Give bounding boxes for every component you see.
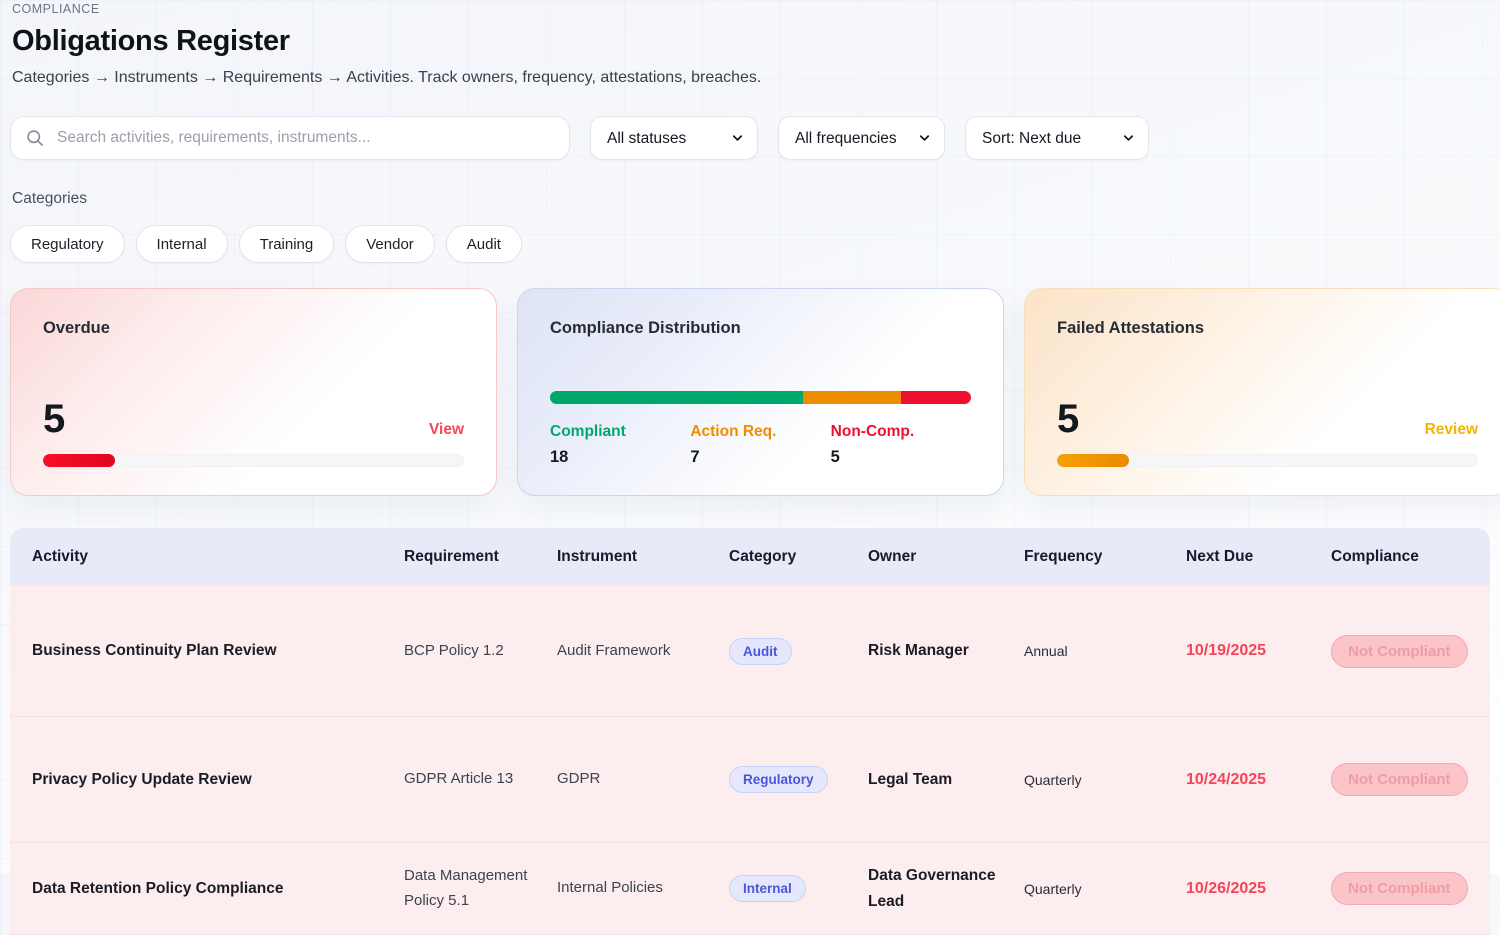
compliance-distribution-card: Compliance Distribution Compliant 18Actio…: [517, 288, 1004, 496]
column-header-owner[interactable]: Owner: [868, 548, 1024, 566]
column-header-next-due[interactable]: Next Due: [1186, 548, 1331, 566]
table-row[interactable]: Data Retention Policy Compliance Data Ma…: [10, 843, 1490, 935]
compliance-cell: Not Compliant: [1331, 763, 1490, 796]
distribution-stat-label: Non-Comp.: [831, 423, 971, 441]
failed-progress-fill: [1057, 454, 1129, 467]
next-due-cell: 10/26/2025: [1186, 880, 1331, 898]
search-input[interactable]: [55, 128, 554, 148]
distribution-segment: [550, 391, 803, 404]
column-header-frequency[interactable]: Frequency: [1024, 548, 1186, 566]
activity-cell: Business Continuity Plan Review: [10, 642, 404, 660]
column-header-compliance[interactable]: Compliance: [1331, 548, 1490, 566]
column-header-activity[interactable]: Activity: [10, 548, 404, 566]
obligations-register-page: COMPLIANCE Obligations Register Categori…: [0, 0, 1500, 935]
search-box[interactable]: [10, 116, 570, 160]
overdue-progress-fill: [43, 454, 115, 467]
column-header-requirement[interactable]: Requirement: [404, 548, 557, 566]
distribution-stat-label: Action Req.: [690, 423, 830, 441]
failed-attestations-card: Failed Attestations 5 Review: [1024, 288, 1500, 496]
frequency-cell: Annual: [1024, 643, 1186, 659]
category-filter-chip-training[interactable]: Training: [239, 225, 335, 263]
distribution-stat-label: Compliant: [550, 423, 690, 441]
owner-cell: Data Governance Lead: [868, 863, 1024, 914]
requirement-cell: BCP Policy 1.2: [404, 639, 557, 664]
distribution-stat: Non-Comp. 5: [831, 423, 971, 467]
page-title: Obligations Register: [12, 25, 1500, 58]
status-filter: All statuses: [590, 116, 758, 160]
frequency-filter-select[interactable]: All frequencies: [778, 116, 945, 160]
distribution-card-title: Compliance Distribution: [550, 319, 971, 338]
compliance-cell: Not Compliant: [1331, 635, 1490, 668]
distribution-stat-value: 18: [550, 448, 690, 467]
filter-bar: All statuses All frequencies Sort: Next …: [10, 116, 1500, 160]
instrument-cell: GDPR: [557, 767, 729, 792]
summary-cards: Overdue 5 View Compliance Distribution C…: [10, 288, 1500, 496]
failed-count: 5: [1057, 399, 1079, 439]
category-chip[interactable]: Audit: [729, 638, 792, 665]
activity-cell: Privacy Policy Update Review: [10, 771, 404, 789]
distribution-segment: [803, 391, 901, 404]
category-chip[interactable]: Internal: [729, 875, 806, 902]
owner-cell: Risk Manager: [868, 638, 1024, 664]
frequency-cell: Quarterly: [1024, 881, 1186, 897]
breadcrumb: COMPLIANCE: [12, 2, 1500, 16]
distribution-stats: Compliant 18Action Req. 7Non-Comp. 5: [550, 423, 971, 467]
distribution-stat: Action Req. 7: [690, 423, 830, 467]
search-icon: [26, 129, 44, 147]
compliance-status-badge: Not Compliant: [1331, 872, 1468, 905]
failed-card-title: Failed Attestations: [1057, 319, 1478, 338]
distribution-stacked-bar: [550, 391, 971, 404]
column-header-instrument[interactable]: Instrument: [557, 548, 729, 566]
status-filter-select[interactable]: All statuses: [590, 116, 758, 160]
category-chip-list: Regulatory Internal Training Vendor Audit: [10, 225, 1500, 263]
frequency-cell: Quarterly: [1024, 772, 1186, 788]
category-cell: Internal: [729, 875, 868, 902]
sort-control: Sort: Next due: [965, 116, 1149, 160]
page-header: COMPLIANCE Obligations Register Categori…: [10, 2, 1500, 87]
distribution-segment: [901, 391, 971, 404]
table-row[interactable]: Business Continuity Plan Review BCP Poli…: [10, 586, 1490, 717]
category-filter-chip-audit[interactable]: Audit: [446, 225, 522, 263]
category-filter-chip-regulatory[interactable]: Regulatory: [10, 225, 125, 263]
table-header-row: Activity Requirement Instrument Category…: [10, 528, 1490, 586]
distribution-stat-value: 5: [831, 448, 971, 467]
page-subtitle: Categories → Instruments → Requirements …: [12, 69, 1500, 87]
instrument-cell: Internal Policies: [557, 876, 729, 901]
requirement-cell: Data Management Policy 5.1: [404, 864, 557, 914]
compliance-cell: Not Compliant: [1331, 872, 1490, 905]
distribution-stat: Compliant 18: [550, 423, 690, 467]
overdue-count: 5: [43, 399, 65, 439]
frequency-filter: All frequencies: [778, 116, 945, 160]
next-due-cell: 10/24/2025: [1186, 771, 1331, 789]
category-cell: Audit: [729, 638, 868, 665]
overdue-card-title: Overdue: [43, 319, 464, 338]
failed-review-link[interactable]: Review: [1425, 421, 1478, 439]
overdue-card: Overdue 5 View: [10, 288, 497, 496]
distribution-stat-value: 7: [690, 448, 830, 467]
overdue-progress-track: [43, 454, 464, 467]
compliance-status-badge: Not Compliant: [1331, 635, 1468, 668]
compliance-status-badge: Not Compliant: [1331, 763, 1468, 796]
categories-label: Categories: [10, 190, 1500, 208]
overdue-view-link[interactable]: View: [429, 421, 464, 439]
requirement-cell: GDPR Article 13: [404, 767, 557, 792]
activity-cell: Data Retention Policy Compliance: [10, 880, 404, 898]
table-row[interactable]: Privacy Policy Update Review GDPR Articl…: [10, 717, 1490, 843]
category-cell: Regulatory: [729, 766, 868, 793]
failed-progress-track: [1057, 454, 1478, 467]
next-due-cell: 10/19/2025: [1186, 642, 1331, 660]
category-filter-chip-internal[interactable]: Internal: [136, 225, 228, 263]
column-header-category[interactable]: Category: [729, 548, 868, 566]
owner-cell: Legal Team: [868, 767, 1024, 793]
instrument-cell: Audit Framework: [557, 639, 729, 664]
table-body: Business Continuity Plan Review BCP Poli…: [10, 586, 1490, 935]
category-filter-chip-vendor[interactable]: Vendor: [345, 225, 435, 263]
category-chip[interactable]: Regulatory: [729, 766, 828, 793]
sort-select[interactable]: Sort: Next due: [965, 116, 1149, 160]
